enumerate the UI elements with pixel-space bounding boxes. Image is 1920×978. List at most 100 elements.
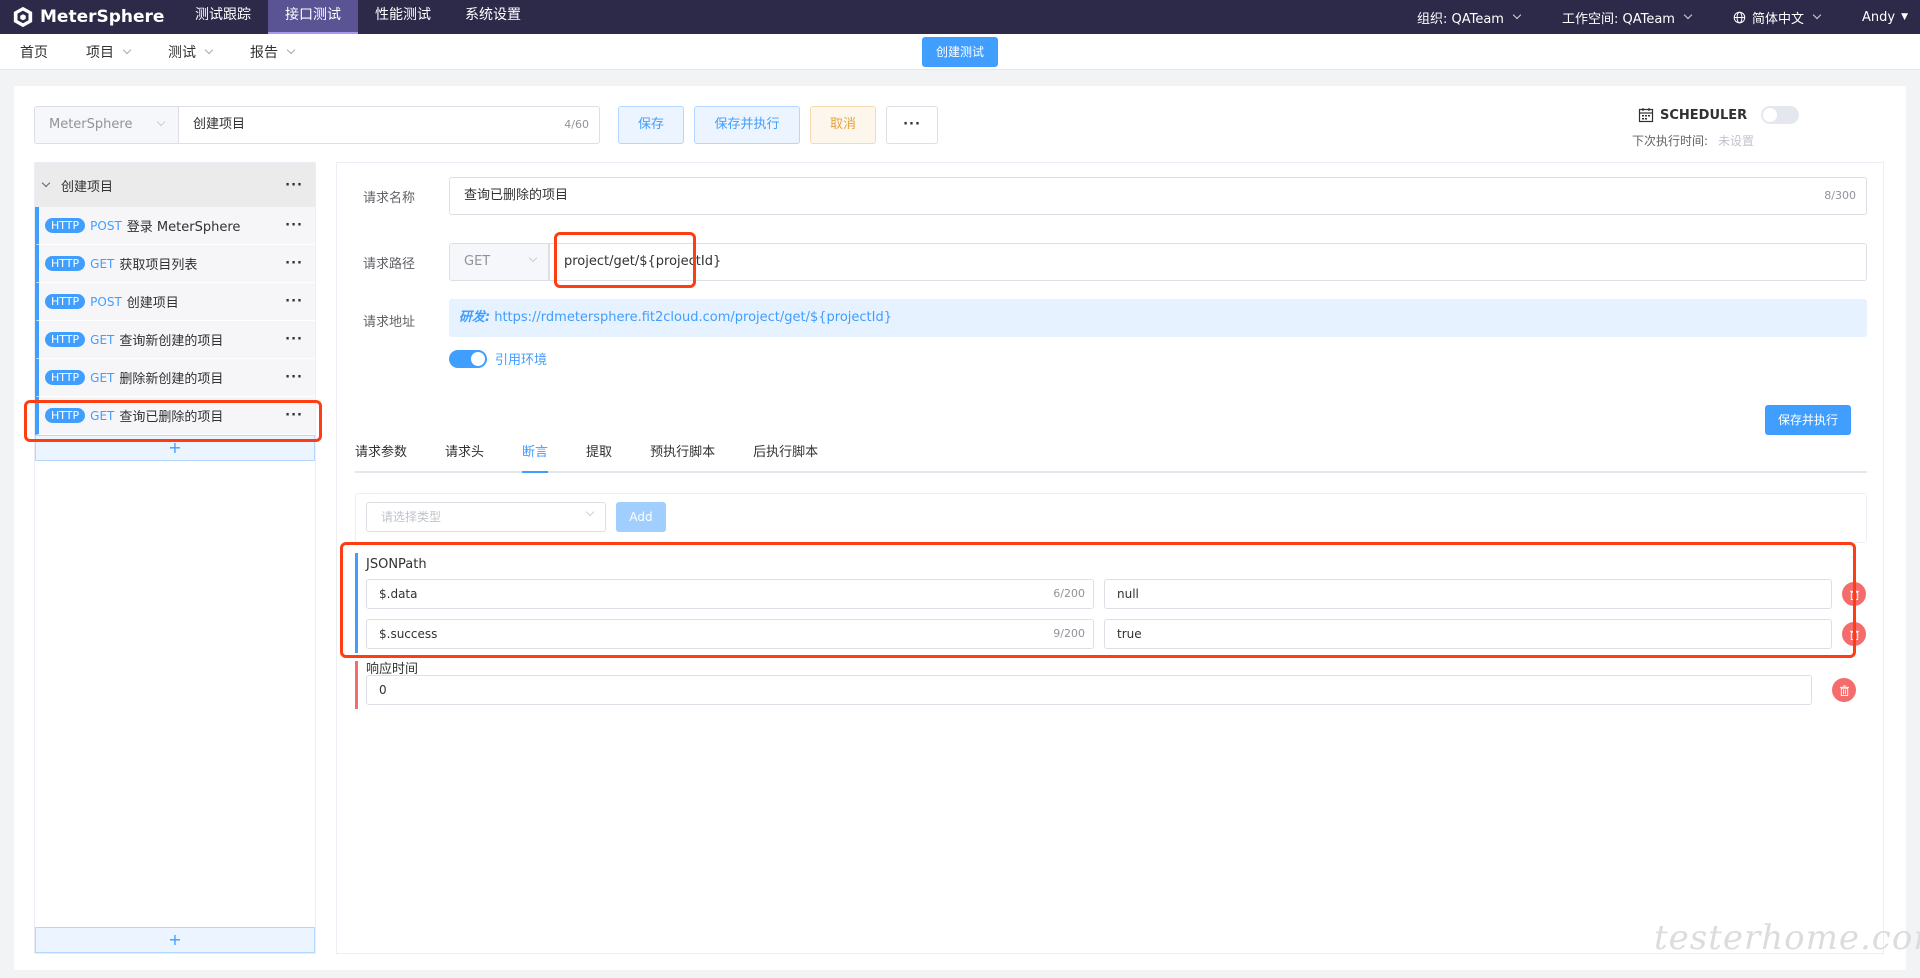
chevron-down-icon	[1512, 10, 1522, 20]
item-more-icon[interactable]: ···	[285, 332, 303, 347]
request-editor: 请求名称 查询已删除的项目 8/300 请求路径 GET project/get…	[336, 162, 1884, 954]
group-more-icon[interactable]: ···	[285, 178, 303, 193]
subnav-report[interactable]: 报告	[250, 42, 296, 62]
subnav-home[interactable]: 首页	[20, 42, 48, 62]
user-dropdown[interactable]: Andy ▼	[1862, 10, 1908, 25]
chevron-down-icon	[528, 253, 538, 263]
item-more-icon[interactable]: ···	[285, 218, 303, 233]
add-assertion-button[interactable]: Add	[616, 502, 666, 532]
delete-assertion-button[interactable]	[1842, 622, 1866, 646]
http-badge: HTTP	[45, 294, 86, 309]
jsonpath-expected-input[interactable]: true	[1104, 619, 1832, 649]
use-env-label: 引用环境	[495, 353, 548, 368]
more-button[interactable]: ···	[886, 106, 938, 144]
save-and-execute-button[interactable]: 保存并执行	[694, 106, 800, 144]
item-more-icon[interactable]: ···	[285, 408, 303, 423]
chevron-down-icon	[1812, 10, 1822, 20]
request-address-label: 请求地址	[363, 315, 416, 330]
delete-assertion-button[interactable]	[1842, 582, 1866, 606]
nav-performance-test[interactable]: 性能测试	[358, 0, 448, 34]
tree-item-query-created[interactable]: HTTP GET 查询新创建的项目 ···	[35, 321, 315, 359]
add-group-button[interactable]: +	[35, 927, 315, 953]
request-save-and-execute-button[interactable]: 保存并执行	[1765, 405, 1851, 435]
http-badge: HTTP	[45, 370, 86, 385]
subnav-report-label: 报告	[250, 45, 278, 61]
request-address-bar: 研发: https://rdmetersphere.fit2cloud.com/p…	[449, 299, 1867, 337]
nav-system-settings[interactable]: 系统设置	[448, 0, 538, 34]
item-more-icon[interactable]: ···	[285, 370, 303, 385]
request-name-input[interactable]: 查询已删除的项目 8/300	[449, 177, 1867, 215]
org-dropdown[interactable]: 组织: QATeam	[1416, 8, 1522, 27]
org-label: 组织: QATeam	[1416, 11, 1504, 27]
tab-params[interactable]: 请求参数	[355, 433, 407, 471]
tree-item-label: 登录 MeterSphere	[126, 220, 241, 235]
jsonpath-expression-count: 9/200	[1053, 627, 1085, 640]
nav-test-track[interactable]: 测试跟踪	[178, 0, 268, 34]
jsonpath-expected-input[interactable]: null	[1104, 579, 1832, 609]
save-button[interactable]: 保存	[618, 106, 684, 144]
request-name-label: 请求名称	[363, 191, 416, 206]
watermark: testerhome.com	[1654, 918, 1920, 958]
delete-response-time-button[interactable]	[1832, 678, 1856, 702]
scenario-name-value: 创建项目	[193, 117, 246, 132]
response-time-input[interactable]: 0	[366, 675, 1812, 705]
top-navbar: MeterSphere 测试跟踪 接口测试 性能测试 系统设置 组织: QATe…	[0, 0, 1920, 34]
tree-item-label: 查询已删除的项目	[119, 410, 224, 425]
logo-cube-icon	[13, 6, 33, 28]
subnav-test[interactable]: 测试	[168, 42, 214, 62]
globe-icon	[1733, 11, 1746, 23]
request-name-count: 8/300	[1824, 189, 1856, 202]
item-more-icon[interactable]: ···	[285, 294, 303, 309]
language-label: 简体中文	[1751, 11, 1804, 27]
chevron-down-icon	[1683, 10, 1693, 20]
app-logo[interactable]: MeterSphere	[12, 3, 164, 31]
item-more-icon[interactable]: ···	[285, 256, 303, 271]
tab-headers[interactable]: 请求头	[445, 433, 484, 471]
tree-group-label: 创建项目	[61, 179, 114, 195]
scenario-name-input[interactable]: 创建项目 4/60	[178, 106, 600, 144]
trash-icon	[1849, 628, 1859, 640]
cancel-button[interactable]: 取消	[810, 106, 876, 144]
scheduler-label: SCHEDULER	[1660, 107, 1748, 123]
request-path-input[interactable]: project/get/${projectId}	[549, 243, 1867, 281]
assertion-type-select[interactable]: 请选择类型	[366, 502, 606, 532]
nav-api-test[interactable]: 接口测试	[268, 0, 358, 34]
subnav-home-label: 首页	[20, 45, 48, 61]
method-label: GET	[90, 370, 115, 385]
tab-assertions[interactable]: 断言	[522, 433, 549, 473]
tree-item-login[interactable]: HTTP POST 登录 MeterSphere ···	[35, 207, 315, 245]
tree-item-query-deleted[interactable]: HTTP GET 查询已删除的项目 ···	[35, 397, 315, 435]
workspace-dropdown[interactable]: 工作空间: QATeam	[1562, 8, 1693, 27]
request-tabs: 请求参数 请求头 断言 提取 预执行脚本 后执行脚本	[355, 433, 1867, 473]
method-select[interactable]: GET	[449, 243, 549, 281]
tree-item-delete-created[interactable]: HTTP GET 删除新创建的项目 ···	[35, 359, 315, 397]
trash-icon	[1849, 588, 1859, 600]
jsonpath-expression-input[interactable]: $.data 6/200	[366, 579, 1094, 609]
method-label: GET	[90, 332, 115, 347]
create-test-button[interactable]: 创建测试	[922, 37, 998, 67]
tab-pre-script[interactable]: 预执行脚本	[650, 433, 715, 471]
add-request-button[interactable]: +	[35, 435, 315, 461]
tree-item-get-projects[interactable]: HTTP GET 获取项目列表 ···	[35, 245, 315, 283]
tree-item-create-project[interactable]: HTTP POST 创建项目 ···	[35, 283, 315, 321]
tab-extract[interactable]: 提取	[586, 433, 612, 471]
calendar-icon	[1638, 108, 1654, 123]
tab-post-script[interactable]: 后执行脚本	[753, 433, 818, 471]
assertion-add-bar: 请选择类型 Add	[355, 493, 1867, 543]
scheduler-toggle[interactable]	[1761, 106, 1800, 124]
subnav-project[interactable]: 项目	[86, 42, 132, 62]
response-time-value: 0	[379, 683, 387, 697]
request-path-value: project/get/${projectId}	[564, 254, 722, 269]
method-label: POST	[90, 294, 122, 309]
api-tree: 创建项目 ··· HTTP POST 登录 MeterSphere ··· HT…	[34, 162, 316, 954]
jsonpath-expected-value: true	[1117, 627, 1142, 641]
caret-down-icon: ▼	[1901, 12, 1908, 22]
request-path-label: 请求路径	[363, 257, 416, 272]
use-env-toggle[interactable]	[449, 349, 487, 368]
project-select-value: MeterSphere	[49, 117, 133, 132]
language-dropdown[interactable]: 简体中文	[1733, 8, 1822, 27]
http-badge: HTTP	[45, 256, 86, 271]
project-select[interactable]: MeterSphere	[34, 106, 178, 144]
tree-group-header[interactable]: 创建项目 ···	[35, 163, 315, 207]
jsonpath-expression-input[interactable]: $.success 9/200	[366, 619, 1094, 649]
